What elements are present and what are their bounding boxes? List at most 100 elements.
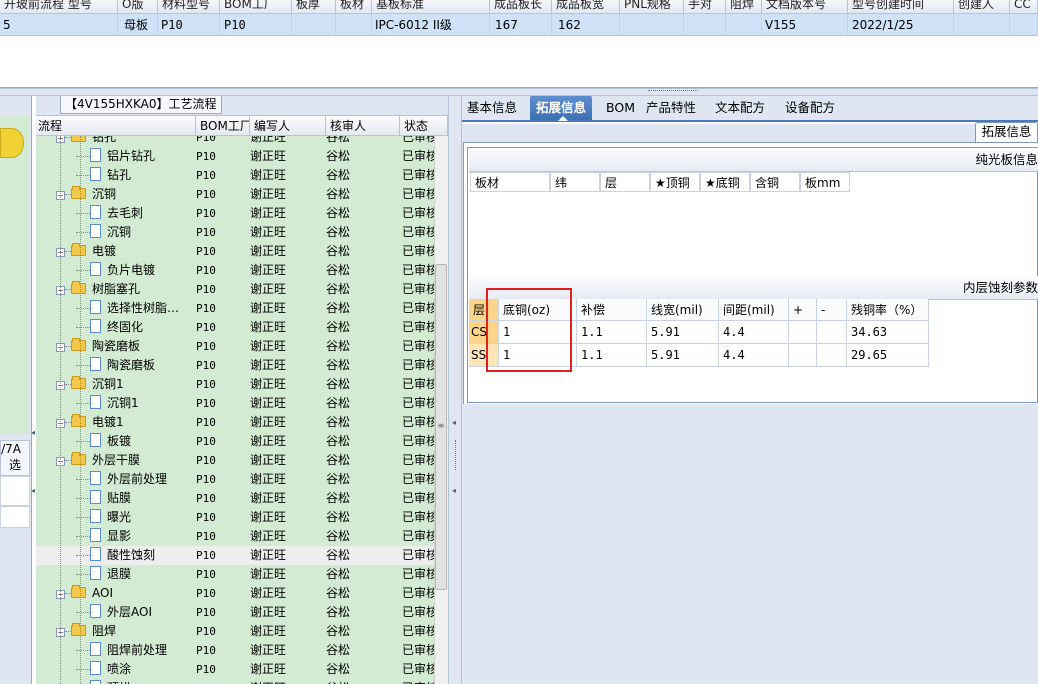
process-row[interactable]: 沉铜 P10 谢正旺 谷松 已审核: [36, 223, 434, 242]
etch-cell[interactable]: 1.1: [577, 344, 647, 367]
process-row[interactable]: 选择性树脂… P10 谢正旺 谷松 已审核: [36, 299, 434, 318]
chat-bubble-icon[interactable]: [0, 128, 24, 158]
process-row[interactable]: 终固化 P10 谢正旺 谷松 已审核: [36, 318, 434, 337]
etch-col-header[interactable]: 线宽(mil): [647, 299, 719, 321]
horizontal-splitter[interactable]: [0, 88, 1038, 96]
etch-cell[interactable]: 4.4: [719, 344, 789, 367]
process-row[interactable]: 板镀 P10 谢正旺 谷松 已审核: [36, 432, 434, 451]
process-factory-cell: P10: [196, 454, 216, 467]
process-row[interactable]: 贴膜 P10 谢正旺 谷松 已审核: [36, 489, 434, 508]
pure-col-header[interactable]: 层: [600, 172, 650, 192]
pure-col-header[interactable]: ★顶铜: [650, 172, 700, 192]
pure-col-header[interactable]: 板材: [470, 172, 550, 192]
process-row[interactable]: − 钻孔 P10 谢正旺 谷松 已审核: [36, 136, 434, 147]
document-icon: [90, 319, 101, 333]
top-header-cell[interactable]: O版: [118, 0, 158, 13]
tab-equipment-recipe[interactable]: 设备配方: [779, 96, 841, 120]
pure-col-header[interactable]: 纬: [550, 172, 600, 192]
col-header-flow[interactable]: 流程: [36, 116, 196, 136]
etch-col-header[interactable]: 补偿: [577, 299, 647, 321]
process-row[interactable]: − 陶瓷磨板 P10 谢正旺 谷松 已审核: [36, 337, 434, 356]
top-header-cell[interactable]: 材料型号: [158, 0, 220, 13]
top-header-cell[interactable]: 基板标准: [372, 0, 490, 13]
top-header-cell[interactable]: 阻焊: [726, 0, 762, 13]
process-name: 铝片钻孔: [107, 149, 156, 163]
folder-icon: [71, 136, 86, 142]
process-row[interactable]: 去毛刺 P10 谢正旺 谷松 已审核: [36, 204, 434, 223]
etch-cell[interactable]: 29.65: [847, 344, 929, 367]
top-header-cell[interactable]: 手对: [684, 0, 726, 13]
tab-bom[interactable]: BOM: [600, 96, 641, 120]
process-row[interactable]: − 电镀1 P10 谢正旺 谷松 已审核: [36, 413, 434, 432]
top-header-cell[interactable]: 文档版本号: [762, 0, 848, 13]
process-row[interactable]: 显影 P10 谢正旺 谷松 已审核: [36, 527, 434, 546]
col-header-writer[interactable]: 编写人: [250, 116, 326, 136]
top-grid-row[interactable]: 5 母板 P10 P10 IPC-6012 II级 167 162 V155 2…: [0, 14, 1038, 36]
process-row[interactable]: 陶瓷磨板 P10 谢正旺 谷松 已审核: [36, 356, 434, 375]
sub-tab-extended-info[interactable]: 拓展信息: [975, 122, 1038, 142]
top-header-cell[interactable]: 创建人: [954, 0, 1010, 13]
process-row[interactable]: − 沉铜1 P10 谢正旺 谷松 已审核: [36, 375, 434, 394]
col-header-factory[interactable]: BOM工厂: [196, 116, 250, 136]
etch-cell[interactable]: 4.4: [719, 321, 789, 344]
top-header-cell[interactable]: CC: [1010, 0, 1038, 13]
top-header-cell[interactable]: PNL规格: [620, 0, 684, 13]
group-title-pure[interactable]: 纯光板信息: [469, 148, 1038, 172]
top-header-cell[interactable]: 成品板长: [490, 0, 552, 13]
top-header-cell[interactable]: BOM工厂: [220, 0, 292, 13]
process-row[interactable]: 酸性蚀刻 P10 谢正旺 谷松 已审核: [36, 546, 434, 565]
top-header-cell[interactable]: 成品板宽: [552, 0, 620, 13]
process-reviewer-cell: 谷松: [326, 301, 351, 315]
splitter-grip-icon[interactable]: [455, 440, 461, 470]
pure-col-header[interactable]: 板mm: [800, 172, 850, 192]
process-row[interactable]: − 阻焊 P10 谢正旺 谷松 已审核: [36, 622, 434, 641]
collapse-right-icon[interactable]: ◂: [452, 418, 458, 428]
etch-col-header[interactable]: 残铜率（%）: [847, 299, 929, 321]
etch-col-header[interactable]: -: [817, 299, 847, 321]
process-row[interactable]: − 外层干膜 P10 谢正旺 谷松 已审核: [36, 451, 434, 470]
process-row[interactable]: 沉铜1 P10 谢正旺 谷松 已审核: [36, 394, 434, 413]
etch-cell[interactable]: [817, 321, 847, 344]
etch-cell[interactable]: 34.63: [847, 321, 929, 344]
col-header-reviewer[interactable]: 核审人: [326, 116, 400, 136]
etch-cell[interactable]: [817, 344, 847, 367]
tab-text-recipe[interactable]: 文本配方: [709, 96, 771, 120]
process-row[interactable]: 外层AOI P10 谢正旺 谷松 已审核: [36, 603, 434, 622]
top-cell: [292, 14, 336, 36]
process-name: 沉铜: [92, 187, 117, 201]
process-row[interactable]: 喷涂 P10 谢正旺 谷松 已审核: [36, 660, 434, 679]
process-row[interactable]: − AOI P10 谢正旺 谷松 已审核: [36, 584, 434, 603]
top-header-cell[interactable]: 型号创建时间: [848, 0, 954, 13]
process-row[interactable]: 阻焊前处理 P10 谢正旺 谷松 已审核: [36, 641, 434, 660]
etch-col-header[interactable]: +: [789, 299, 817, 321]
top-header-cell[interactable]: 板材: [336, 0, 372, 13]
process-row[interactable]: 曝光 P10 谢正旺 谷松 已审核: [36, 508, 434, 527]
splitter-grip-icon[interactable]: [648, 90, 698, 93]
pure-col-header[interactable]: 含铜: [750, 172, 800, 192]
process-row[interactable]: 外层前处理 P10 谢正旺 谷松 已审核: [36, 470, 434, 489]
etch-cell[interactable]: [789, 321, 817, 344]
collapse-right-icon[interactable]: ◂: [452, 486, 458, 496]
process-row[interactable]: − 电镀 P10 谢正旺 谷松 已审核: [36, 242, 434, 261]
col-header-status[interactable]: 状态: [400, 116, 448, 136]
top-header-cell[interactable]: 开玻前流程 型号: [0, 0, 118, 13]
process-row[interactable]: 预烘P10谢正旺谷松已审核: [36, 679, 434, 684]
process-row[interactable]: 退膜 P10 谢正旺 谷松 已审核: [36, 565, 434, 584]
left-panel-header[interactable]: /7A 选: [0, 440, 30, 476]
tab-product-features[interactable]: 产品特性: [640, 96, 702, 120]
vertical-splitter[interactable]: [448, 96, 462, 684]
etch-cell[interactable]: 5.91: [647, 321, 719, 344]
process-row[interactable]: 铝片钻孔 P10 谢正旺 谷松 已审核: [36, 147, 434, 166]
process-row[interactable]: 负片电镀 P10 谢正旺 谷松 已审核: [36, 261, 434, 280]
tab-basic-info[interactable]: 基本信息: [461, 96, 523, 120]
top-header-cell[interactable]: 板厚: [292, 0, 336, 13]
process-row[interactable]: − 树脂塞孔 P10 谢正旺 谷松 已审核: [36, 280, 434, 299]
etch-cell[interactable]: 1.1: [577, 321, 647, 344]
process-row[interactable]: 钻孔 P10 谢正旺 谷松 已审核: [36, 166, 434, 185]
etch-cell[interactable]: 5.91: [647, 344, 719, 367]
etch-cell[interactable]: [789, 344, 817, 367]
process-row[interactable]: − 沉铜 P10 谢正旺 谷松 已审核: [36, 185, 434, 204]
pure-col-header[interactable]: ★底铜: [700, 172, 750, 192]
process-writer-cell: 谢正旺: [250, 679, 322, 684]
etch-col-header[interactable]: 间距(mil): [719, 299, 789, 321]
